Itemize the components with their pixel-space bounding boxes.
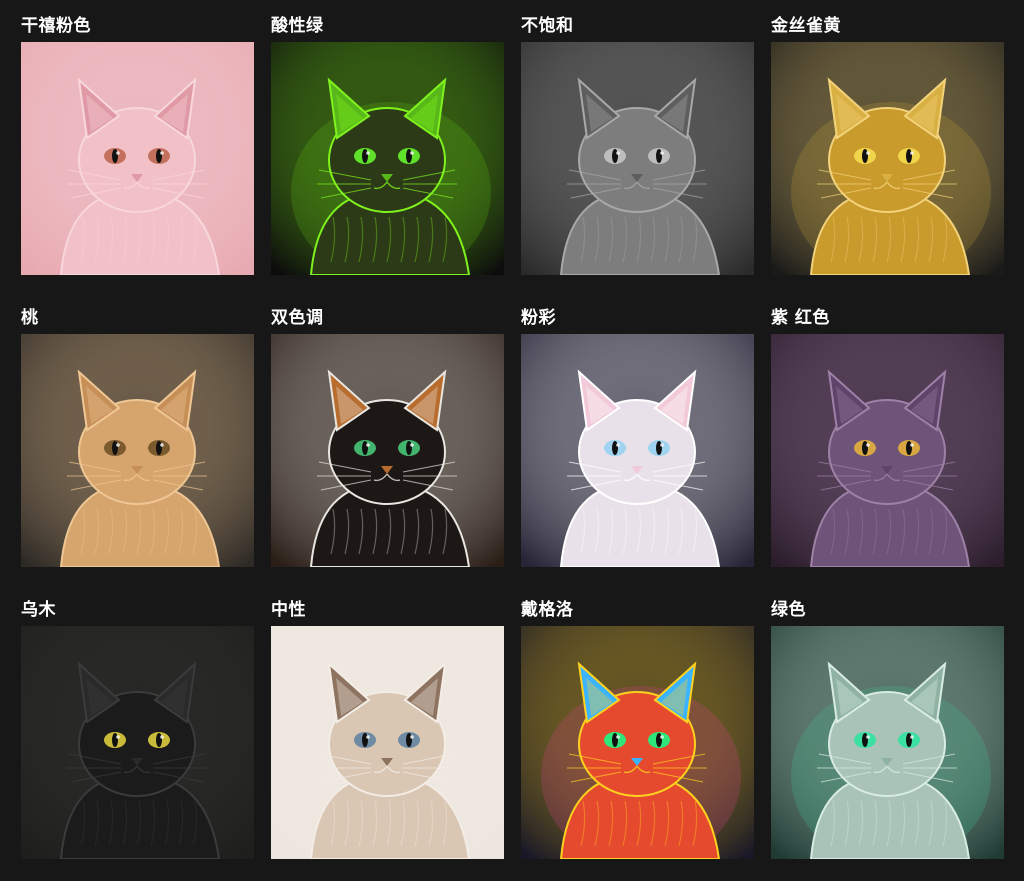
style-label: 粉彩	[521, 308, 556, 328]
style-card-gold[interactable]: 金丝雀黄	[771, 12, 1004, 275]
style-thumbnail-green[interactable]	[771, 626, 1004, 859]
style-label: 不饱和	[521, 16, 574, 36]
cat-image	[771, 334, 1004, 567]
cat-image	[271, 42, 504, 275]
style-thumbnail-gold[interactable]	[771, 42, 1004, 275]
style-thumbnail-magenta[interactable]	[771, 334, 1004, 567]
style-thumbnail-peach[interactable]	[21, 334, 254, 567]
style-card-duotone[interactable]: 双色调	[271, 304, 504, 567]
style-label: 金丝雀黄	[771, 16, 841, 36]
cat-image	[21, 334, 254, 567]
style-card-desat[interactable]: 不饱和	[521, 12, 754, 275]
cat-image	[21, 626, 254, 859]
style-label: 双色调	[271, 308, 324, 328]
style-card-acid[interactable]: 酸性绿	[271, 12, 504, 275]
style-label: 紫 红色	[771, 308, 830, 328]
style-thumbnail-duotone[interactable]	[271, 334, 504, 567]
style-thumbnail-neutral[interactable]	[271, 626, 504, 859]
style-card-peach[interactable]: 桃	[21, 304, 254, 567]
style-label: 乌木	[21, 600, 56, 620]
style-thumbnail-pink[interactable]	[21, 42, 254, 275]
style-card-pink[interactable]: 干禧粉色	[21, 12, 254, 275]
cat-image	[521, 626, 754, 859]
style-label: 干禧粉色	[21, 16, 91, 36]
style-label: 绿色	[771, 600, 806, 620]
cat-image	[21, 42, 254, 275]
style-thumbnail-acid[interactable]	[271, 42, 504, 275]
style-card-pastel[interactable]: 粉彩	[521, 304, 754, 567]
style-label: 酸性绿	[271, 16, 324, 36]
style-thumbnail-desat[interactable]	[521, 42, 754, 275]
style-label: 戴格洛	[521, 600, 574, 620]
style-card-green[interactable]: 绿色	[771, 596, 1004, 859]
style-thumbnail-pastel[interactable]	[521, 334, 754, 567]
style-card-ebony[interactable]: 乌木	[21, 596, 254, 859]
style-gallery: 干禧粉色 酸性绿 不饱和 金丝雀黄桃 双色调 粉彩 紫 红色乌木 中性 戴格洛 绿色	[0, 0, 1024, 881]
cat-image	[271, 626, 504, 859]
style-card-dayglow[interactable]: 戴格洛	[521, 596, 754, 859]
style-thumbnail-dayglow[interactable]	[521, 626, 754, 859]
cat-image	[771, 42, 1004, 275]
cat-image	[271, 334, 504, 567]
cat-image	[521, 334, 754, 567]
style-card-magenta[interactable]: 紫 红色	[771, 304, 1004, 567]
style-thumbnail-ebony[interactable]	[21, 626, 254, 859]
cat-image	[521, 42, 754, 275]
style-card-neutral[interactable]: 中性	[271, 596, 504, 859]
style-label: 中性	[271, 600, 306, 620]
style-label: 桃	[21, 308, 39, 328]
cat-image	[771, 626, 1004, 859]
